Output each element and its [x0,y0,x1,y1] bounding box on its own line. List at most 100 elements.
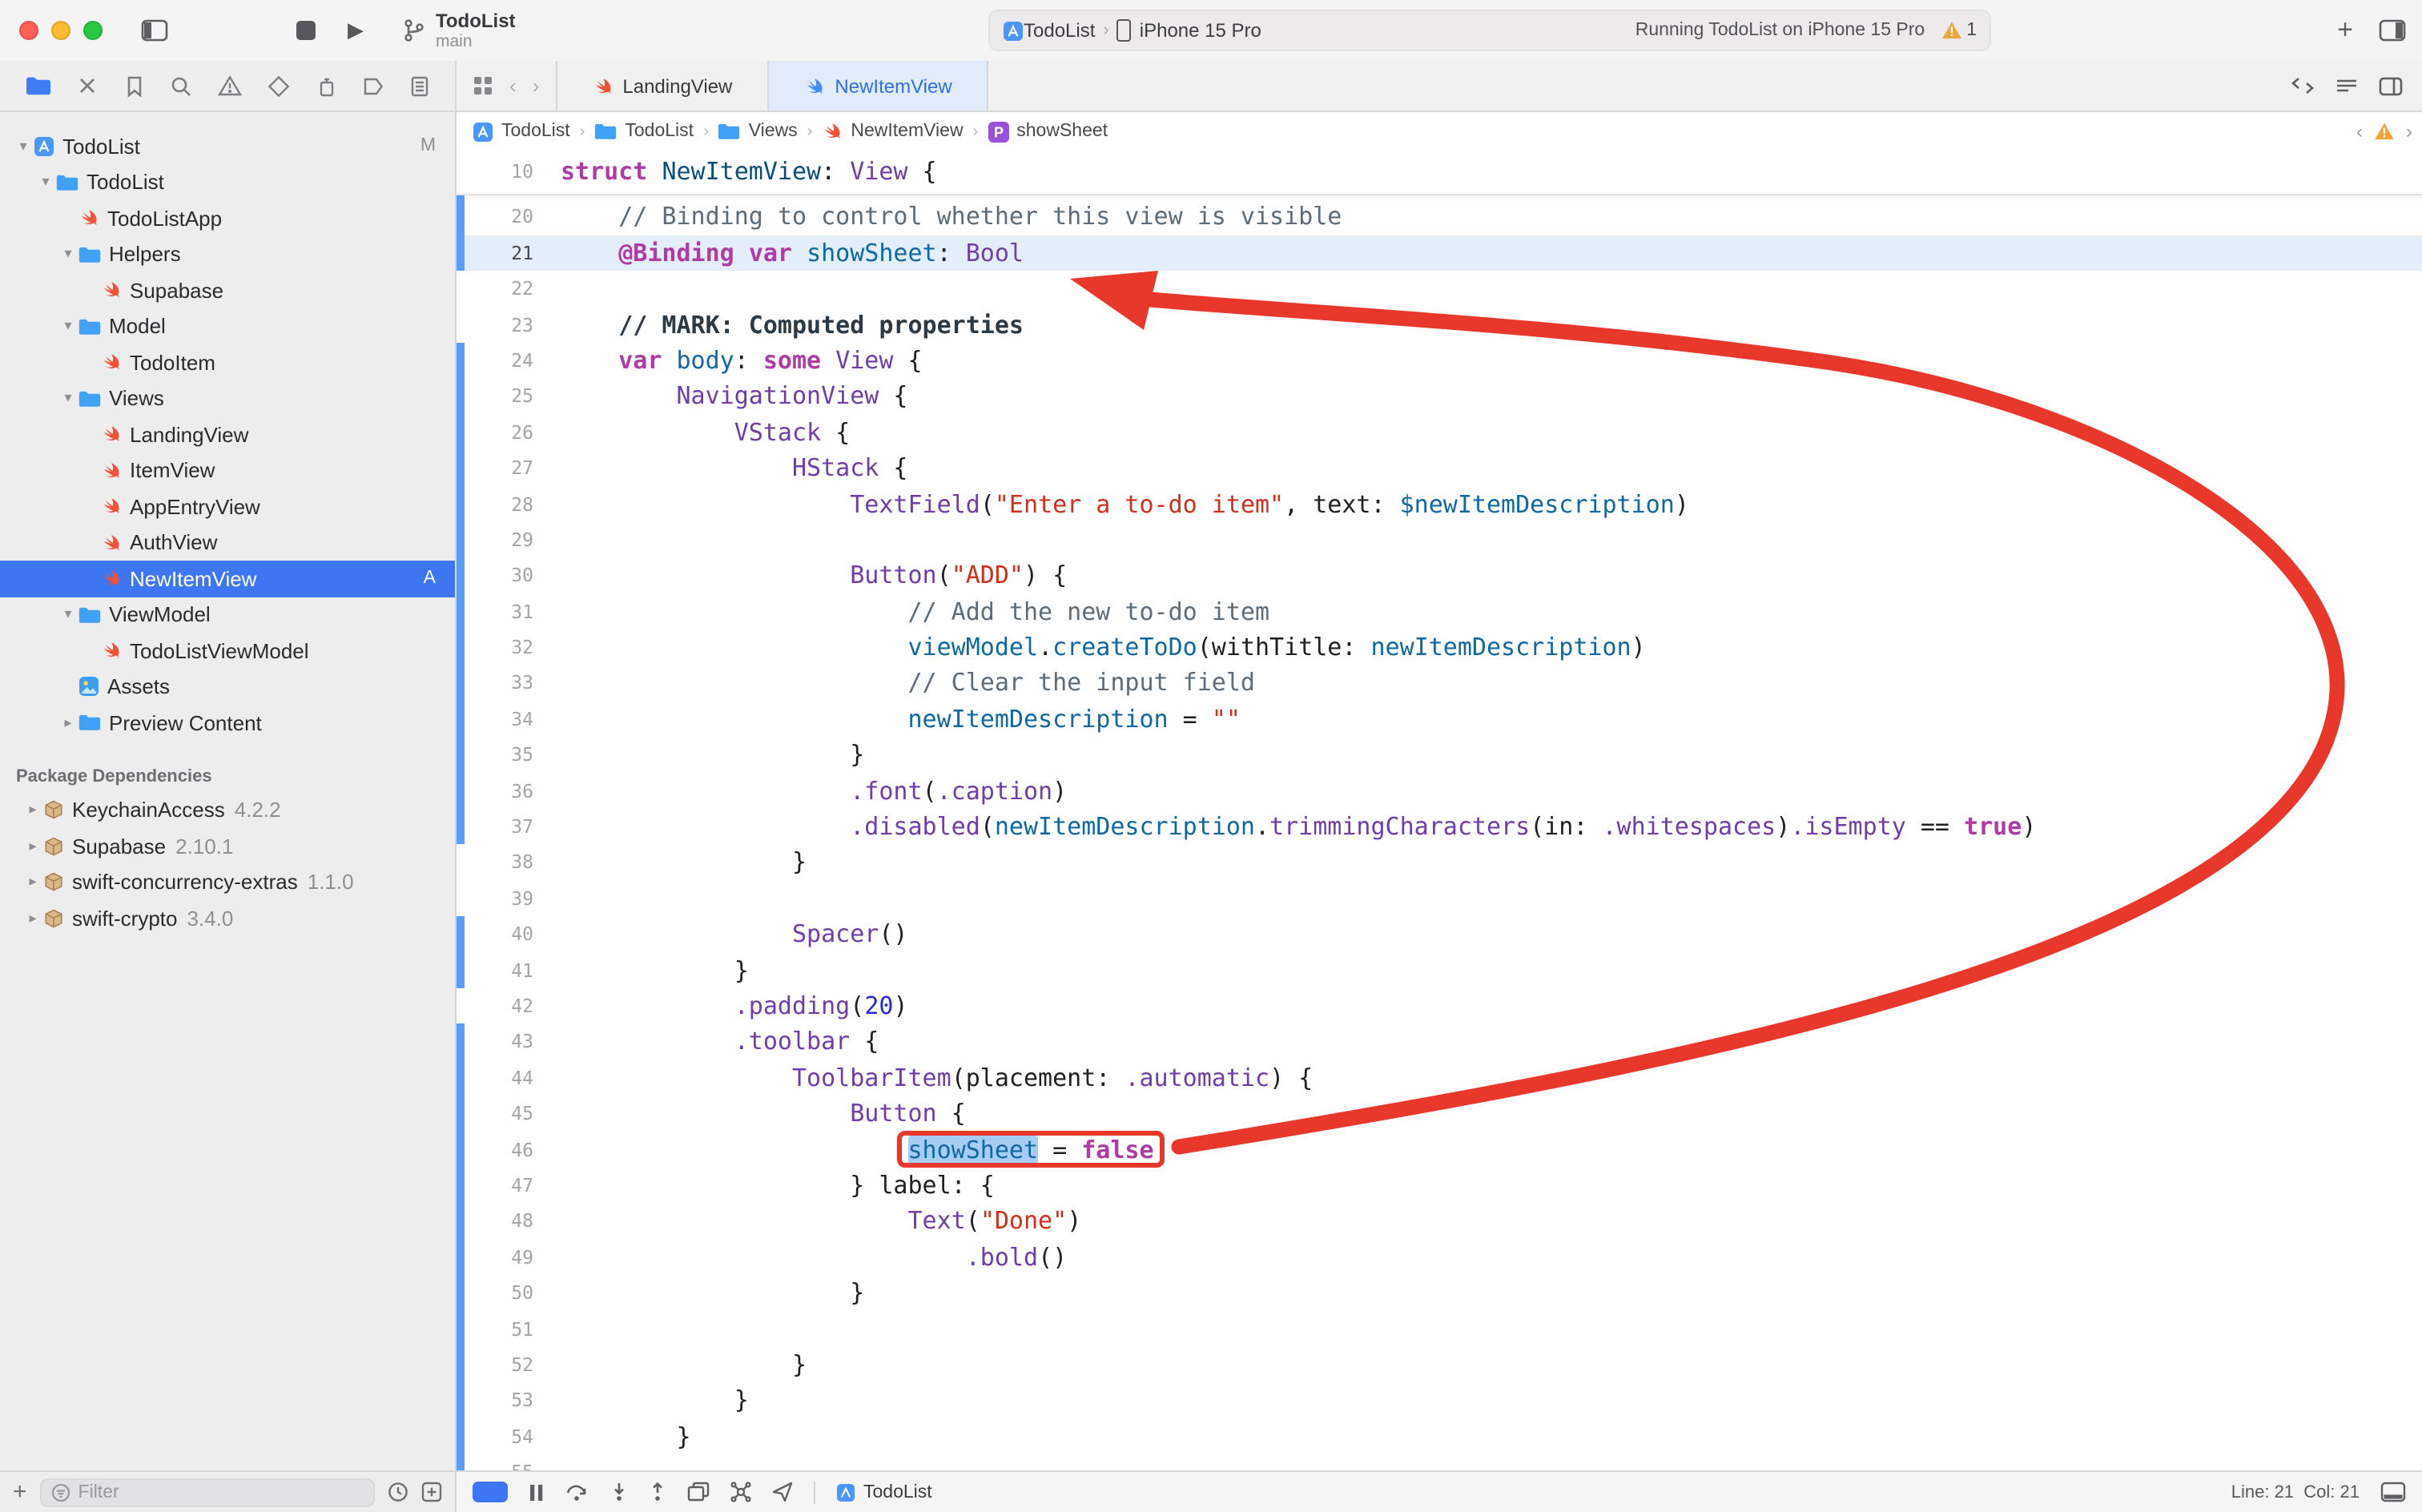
code-line-53[interactable]: 53 } [457,1383,2422,1419]
source-control-filter-icon[interactable] [421,1482,442,1502]
warning-chip[interactable]: 1 [1941,21,1977,40]
package-item-swift-concurrency-extras[interactable]: ▸swift-concurrency-extras1.1.0 [0,864,455,900]
code-line-39[interactable]: 39 [457,881,2422,917]
disclosure-chevron-icon[interactable]: ▾ [58,318,78,336]
breadcrumb-item-TodoList[interactable]: TodoList [473,121,570,142]
sidebar-item-todolistviewmodel[interactable]: TodoListViewModel [0,633,455,669]
code-line-22[interactable]: 22 [457,271,2422,307]
code-line-34[interactable]: 34 newItemDescription = "" [457,702,2422,738]
sidebar-item-todolist[interactable]: ▾TodoListM [0,128,455,164]
sidebar-item-newitemview[interactable]: NewItemViewA [0,561,455,597]
test-navigator-icon[interactable] [268,74,291,97]
code-line-26[interactable]: 26 VStack { [457,414,2422,450]
report-navigator-icon[interactable] [410,74,429,97]
sticky-declaration-header[interactable]: 10struct NewItemView: View { [457,151,2422,195]
next-issue-icon[interactable]: › [2406,120,2412,143]
code-line-49[interactable]: 49 .bold() [457,1239,2422,1275]
code-line-37[interactable]: 37 .disabled(newItemDescription.trimming… [457,809,2422,845]
pause-execution-icon[interactable] [529,1482,545,1502]
issue-navigator-icon[interactable] [218,75,242,96]
sidebar-item-preview-content[interactable]: ▸Preview Content [0,705,455,741]
memory-graph-icon[interactable] [730,1482,751,1502]
disclosure-chevron-icon[interactable]: ▾ [58,606,78,624]
code-review-icon[interactable] [2291,77,2315,94]
project-navigator-icon[interactable] [26,75,51,96]
code-line-31[interactable]: 31 // Add the new to-do item [457,593,2422,629]
zoom-window-button[interactable] [83,21,103,40]
tab-NewItemView[interactable]: NewItemView [769,61,988,111]
code-line-43[interactable]: 43 .toolbar { [457,1024,2422,1060]
breakpoint-navigator-icon[interactable] [362,76,384,95]
close-x-icon[interactable] [78,75,99,96]
code-line-52[interactable]: 52 } [457,1347,2422,1383]
code-line-55[interactable]: 55 [457,1454,2422,1470]
code-line-48[interactable]: 48 Text("Done") [457,1204,2422,1240]
disclosure-chevron-icon[interactable]: ▸ [22,802,43,819]
code-line-29[interactable]: 29 [457,522,2422,558]
code-line-30[interactable]: 30 Button("ADD") { [457,558,2422,594]
sidebar-item-views[interactable]: ▾Views [0,380,455,416]
sidebar-item-model[interactable]: ▾Model [0,308,455,344]
code-line-20[interactable]: 20 // Binding to control whether this vi… [457,199,2422,235]
code-line-50[interactable]: 50 } [457,1275,2422,1311]
sidebar-item-helpers[interactable]: ▾Helpers [0,236,455,272]
code-line-44[interactable]: 44 ToolbarItem(placement: .automatic) { [457,1060,2422,1096]
filter-field[interactable]: Filter [40,1478,375,1506]
code-line-41[interactable]: 41 } [457,952,2422,988]
disclosure-chevron-icon[interactable]: ▸ [22,874,43,891]
step-out-icon[interactable] [649,1482,666,1502]
sidebar-item-assets[interactable]: Assets [0,669,455,705]
code-line-38[interactable]: 38 } [457,845,2422,881]
find-navigator-icon[interactable] [170,74,192,97]
disclosure-chevron-icon[interactable]: ▾ [13,138,34,155]
breadcrumb-item-Views[interactable]: Views [718,122,798,141]
sidebar-item-landingview[interactable]: LandingView [0,416,455,452]
breadcrumb-item-NewItemView[interactable]: NewItemView [822,122,963,141]
package-item-Supabase[interactable]: ▸Supabase2.10.1 [0,828,455,864]
close-window-button[interactable] [19,21,38,40]
disclosure-chevron-icon[interactable]: ▾ [58,246,78,263]
run-button[interactable]: ▶ [348,18,364,43]
code-line-35[interactable]: 35 } [457,738,2422,774]
jumpbar-warning-icon[interactable] [2374,122,2395,141]
code-line-28[interactable]: 28 TextField("Enter a to-do item", text:… [457,486,2422,522]
code-line-23[interactable]: 23 // MARK: Computed properties [457,307,2422,343]
tab-LandingView[interactable]: LandingView [555,61,769,111]
code-line-45[interactable]: 45 Button { [457,1096,2422,1132]
disclosure-chevron-icon[interactable]: ▸ [22,838,43,855]
disclosure-chevron-icon[interactable]: ▸ [22,910,43,927]
breadcrumb-item-showSheet[interactable]: PshowSheet [988,121,1108,142]
view-hierarchy-icon[interactable] [687,1482,710,1502]
minimize-window-button[interactable] [51,21,70,40]
toggle-navigator-icon[interactable] [141,19,168,42]
toggle-inspector-icon[interactable] [2379,19,2406,42]
sidebar-item-viewmodel[interactable]: ▾ViewModel [0,597,455,633]
debug-session-target[interactable]: TodoList [836,1482,932,1502]
code-line-47[interactable]: 47 } label: { [457,1168,2422,1204]
add-editor-icon[interactable] [2379,76,2403,95]
disclosure-chevron-icon[interactable]: ▾ [35,174,56,191]
sidebar-item-todolistapp[interactable]: TodoListApp [0,200,455,236]
code-line-46[interactable]: 46 showSheet = false [457,1132,2422,1168]
disclosure-chevron-icon[interactable]: ▸ [58,714,78,732]
code-line-40[interactable]: 40 Spacer() [457,916,2422,952]
code-line-25[interactable]: 25 NavigationView { [457,379,2422,415]
bookmark-navigator-icon[interactable] [124,74,143,97]
breadcrumb-item-TodoList[interactable]: TodoList [594,122,694,141]
new-tab-button[interactable]: + [2337,14,2353,46]
sidebar-item-itemview[interactable]: ItemView [0,452,455,489]
step-over-icon[interactable] [565,1482,589,1502]
add-file-button[interactable]: + [13,1478,27,1506]
breakpoints-toggle[interactable] [473,1482,508,1502]
code-editor[interactable]: 1920 // Binding to control whether this … [457,151,2422,1470]
console-toggle-icon[interactable] [2380,1482,2406,1502]
previous-issue-icon[interactable]: ‹ [2356,120,2363,143]
sidebar-item-appentryview[interactable]: AppEntryView [0,489,455,525]
code-line-21[interactable]: 21 @Binding var showSheet: Bool [457,235,2422,271]
code-line-51[interactable]: 51 [457,1311,2422,1347]
sidebar-item-authview[interactable]: AuthView [0,525,455,561]
forward-history-icon[interactable]: › [533,74,540,98]
activity-viewer[interactable]: TodoList › iPhone 15 Pro Running TodoLis… [988,10,1991,51]
stop-button[interactable] [296,21,316,40]
code-line-36[interactable]: 36 .font(.caption) [457,773,2422,809]
